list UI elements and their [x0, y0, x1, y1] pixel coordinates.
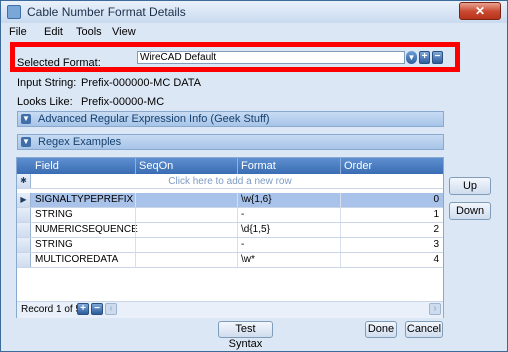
menu-view[interactable]: View — [112, 26, 136, 38]
cell-order[interactable]: 1 — [419, 209, 439, 220]
column-header-field[interactable]: Field — [35, 160, 59, 172]
section-regex-examples[interactable]: ▼ Regex Examples — [17, 134, 444, 150]
cell-field[interactable]: STRING — [35, 209, 73, 220]
cancel-button[interactable]: Cancel — [405, 321, 443, 338]
delete-record-button[interactable]: − — [91, 303, 103, 315]
cell-divider — [135, 238, 136, 252]
app-icon — [7, 5, 21, 19]
chevron-down-icon: ▼ — [21, 114, 31, 124]
input-string-value: Prefix-000000-MC DATA — [81, 77, 202, 89]
column-header-seqon[interactable]: SeqOn — [139, 160, 173, 172]
table-row[interactable]: STRING - 1 — [17, 208, 443, 223]
add-record-button[interactable]: + — [77, 303, 89, 315]
menu-bar: File Edit Tools View — [1, 23, 507, 41]
menu-file[interactable]: File — [9, 26, 27, 38]
table-row[interactable]: STRING - 3 — [17, 238, 443, 253]
title-bar[interactable]: Cable Number Format Details ✕ — [1, 1, 507, 24]
row-header — [17, 223, 31, 237]
cell-format[interactable]: - — [241, 239, 244, 250]
cell-divider — [237, 238, 238, 252]
scroll-right-icon[interactable]: › — [429, 303, 441, 315]
cell-divider — [340, 253, 341, 267]
menu-tools[interactable]: Tools — [76, 26, 102, 38]
cell-divider — [135, 193, 136, 207]
cell-format[interactable]: \d{1,5} — [241, 224, 270, 235]
cell-field[interactable]: SIGNALTYPEPREFIX — [35, 194, 133, 205]
cell-divider — [340, 208, 341, 222]
selected-format-value: WireCAD Default — [140, 52, 217, 63]
cell-divider — [340, 193, 341, 207]
section-advanced-regex[interactable]: ▼ Advanced Regular Expression Info (Geek… — [17, 111, 444, 127]
grid-navigator: Record 1 of 5 + − ‹ › — [17, 301, 443, 318]
cell-order[interactable]: 0 — [419, 194, 439, 205]
cell-format[interactable]: \w* — [241, 254, 255, 265]
up-button[interactable]: Up — [449, 177, 491, 195]
column-divider — [340, 158, 341, 174]
section-title: Regex Examples — [38, 136, 122, 148]
table-row[interactable]: NUMERICSEQUENCE \d{1,5} 2 — [17, 223, 443, 238]
row-header — [17, 253, 31, 267]
selected-format-label: Selected Format: — [17, 57, 101, 69]
add-format-button[interactable]: + — [419, 51, 430, 64]
cell-divider — [135, 208, 136, 222]
row-header — [17, 208, 31, 222]
close-button[interactable]: ✕ — [459, 2, 501, 20]
format-fields-grid: Field SeqOn Format Order ✱ Click here to… — [16, 157, 444, 318]
new-row[interactable]: ✱ Click here to add a new row — [17, 174, 443, 189]
down-button[interactable]: Down — [449, 202, 491, 220]
done-button[interactable]: Done — [365, 321, 397, 338]
looks-like-value: Prefix-00000-MC — [81, 96, 165, 108]
cell-divider — [135, 223, 136, 237]
cell-field[interactable]: MULTICOREDATA — [35, 254, 118, 265]
test-syntax-button[interactable]: Test Syntax — [218, 321, 273, 350]
column-divider — [237, 158, 238, 174]
input-string-label: Input String: — [17, 77, 77, 89]
scroll-left-icon[interactable]: ‹ — [105, 303, 117, 315]
chevron-down-icon[interactable]: ▼ — [406, 51, 417, 64]
cell-divider — [237, 193, 238, 207]
cell-format[interactable]: - — [241, 209, 244, 220]
remove-format-button[interactable]: − — [432, 51, 443, 64]
new-row-text: Click here to add a new row — [168, 176, 292, 187]
looks-like-label: Looks Like: — [17, 96, 73, 108]
close-icon: ✕ — [474, 4, 486, 18]
record-counter: Record 1 of 5 — [21, 304, 82, 315]
cell-divider — [237, 208, 238, 222]
column-header-format[interactable]: Format — [241, 160, 276, 172]
table-row[interactable]: ▶ SIGNALTYPEPREFIX \w{1,6} 0 — [17, 193, 443, 208]
cell-divider — [340, 238, 341, 252]
cell-format[interactable]: \w{1,6} — [241, 194, 272, 205]
cell-order[interactable]: 2 — [419, 224, 439, 235]
selected-format-combo[interactable]: WireCAD Default — [137, 51, 405, 64]
column-header-order[interactable]: Order — [344, 160, 372, 172]
menu-edit[interactable]: Edit — [44, 26, 63, 38]
section-title: Advanced Regular Expression Info (Geek S… — [38, 113, 270, 125]
cell-divider — [237, 253, 238, 267]
window-title: Cable Number Format Details — [27, 5, 186, 19]
cell-order[interactable]: 3 — [419, 239, 439, 250]
cell-divider — [237, 223, 238, 237]
cell-divider — [135, 253, 136, 267]
table-row[interactable]: MULTICOREDATA \w* 4 — [17, 253, 443, 268]
current-row-icon: ▶ — [17, 193, 31, 207]
cell-field[interactable]: NUMERICSEQUENCE — [35, 224, 138, 235]
cell-divider — [340, 223, 341, 237]
cell-order[interactable]: 4 — [419, 254, 439, 265]
cell-field[interactable]: STRING — [35, 239, 73, 250]
row-header — [17, 238, 31, 252]
dialog-window: Cable Number Format Details ✕ File Edit … — [0, 0, 508, 352]
grid-header: Field SeqOn Format Order — [17, 158, 443, 174]
chevron-down-icon: ▼ — [21, 137, 31, 147]
column-divider — [135, 158, 136, 174]
